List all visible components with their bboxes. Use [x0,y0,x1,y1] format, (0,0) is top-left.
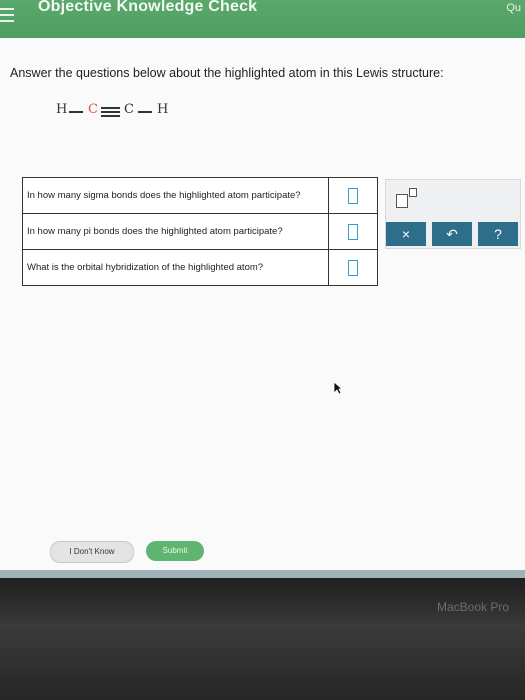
device-label: MacBook Pro [436,600,509,614]
answer-tools-panel: × ↶ ? [385,179,521,249]
question-text: In how many pi bonds does the highlighte… [22,213,329,250]
single-bond-right [138,111,152,113]
dont-know-button[interactable]: I Don't Know [50,541,134,563]
answer-cell [328,213,378,250]
answer-input-hybridization[interactable] [348,259,358,276]
help-button[interactable]: ? [478,222,518,246]
answer-cell [328,177,378,214]
app-title: Objective Knowledge Check [38,0,258,15]
table-row: In how many sigma bonds does the highlig… [22,177,378,214]
answer-cell [328,249,378,286]
lewis-atom-c-highlighted: C [88,102,98,117]
app-header: Objective Knowledge Check Qu [0,0,525,38]
lewis-atom-h-right: H [157,102,169,117]
lewis-atom-c: C [124,102,134,117]
clear-button[interactable]: × [386,222,426,246]
submit-button[interactable]: Submit [146,541,204,561]
laptop-keyboard-area [0,624,525,700]
question-text: In how many sigma bonds does the highlig… [22,177,329,214]
lewis-atom-h-left: H [56,102,68,117]
question-text: What is the orbital hybridization of the… [22,249,329,286]
undo-button[interactable]: ↶ [432,222,472,246]
answer-input-pi[interactable] [348,223,358,240]
browser-screen: Objective Knowledge Check Qu Answer the … [0,0,525,578]
page-bottom-strip [0,570,525,578]
hamburger-menu-icon[interactable] [0,4,14,26]
question-instruction: Answer the questions below about the hig… [10,66,444,80]
triple-bond [101,102,120,122]
answer-input-sigma[interactable] [348,187,358,204]
mouse-cursor-icon [333,381,343,395]
single-bond-left [69,111,83,113]
table-row: In how many pi bonds does the highlighte… [22,213,378,250]
table-row: What is the orbital hybridization of the… [22,249,378,286]
questions-table: In how many sigma bonds does the highlig… [22,177,378,286]
header-right-text[interactable]: Qu [506,2,521,14]
